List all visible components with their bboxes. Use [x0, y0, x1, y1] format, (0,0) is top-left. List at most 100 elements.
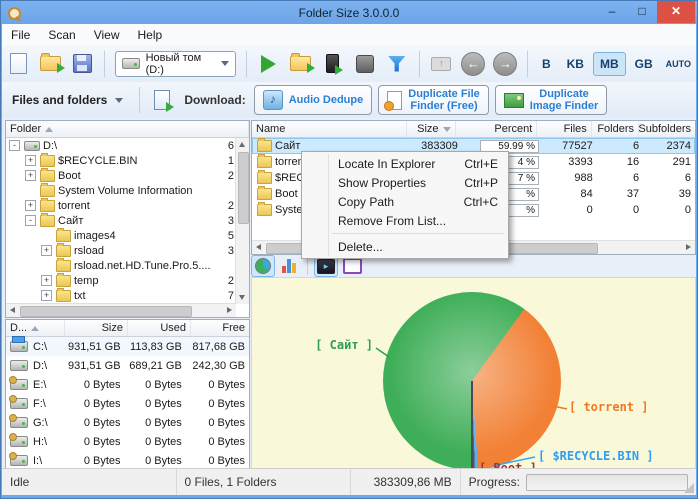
duplicate-file-finder-button[interactable]: Duplicate File Finder (Free)	[378, 85, 489, 115]
scrollbar-thumb[interactable]	[238, 152, 249, 224]
drive-icon	[10, 360, 28, 371]
unit-mb-button[interactable]: MB	[592, 51, 626, 76]
resize-grip[interactable]	[684, 483, 694, 493]
tree-vertical-scrollbar[interactable]	[235, 138, 249, 304]
drive-row[interactable]: D:\ 931,51 GB 689,21 GB 242,30 GB	[6, 356, 249, 375]
tree-header-folder[interactable]: Folder	[6, 121, 249, 137]
tree-row[interactable]: images4 5	[6, 227, 236, 243]
scope-dropdown-label: Files and folders	[12, 93, 108, 107]
col-name[interactable]: Name	[252, 121, 407, 137]
tree-row[interactable]: + temp 2	[6, 272, 236, 288]
menu-item-label: Delete...	[338, 239, 383, 254]
scrollbar-thumb[interactable]	[20, 306, 192, 317]
menu-item[interactable]: Locate In Explorer Ctrl+E	[302, 154, 508, 173]
menu-help[interactable]: Help	[129, 28, 172, 42]
forward-button[interactable]: →	[491, 50, 519, 78]
tree-expander[interactable]: +	[25, 155, 36, 166]
parent-folder-button[interactable]: ↑	[427, 50, 455, 78]
tree-row[interactable]: + $RECYCLE.BIN 1	[6, 152, 236, 168]
scroll-down-icon[interactable]	[239, 295, 245, 300]
col-folders[interactable]: Folders	[592, 121, 639, 137]
tree-horizontal-scrollbar[interactable]	[6, 303, 236, 317]
tab-pie-chart[interactable]	[251, 255, 275, 277]
tree-row[interactable]: + rsload 3	[6, 242, 236, 258]
tree-expander[interactable]: +	[41, 290, 52, 301]
tree-row[interactable]: - Сайт 3	[6, 212, 236, 228]
col-subfolders[interactable]: Subfolders	[638, 121, 695, 137]
file-subfolders-cell: 291	[672, 156, 691, 168]
status-counts: 0 Files, 1 Folders	[177, 469, 351, 495]
tree-expander[interactable]: -	[9, 140, 20, 151]
scan-folder-button[interactable]	[287, 50, 316, 78]
drive-row[interactable]: E:\ 0 Bytes 0 Bytes 0 Bytes	[6, 375, 249, 394]
menu-scan[interactable]: Scan	[39, 28, 84, 42]
tab-bar-chart[interactable]	[277, 255, 301, 277]
folder-icon	[40, 152, 55, 167]
tree-expander[interactable]: +	[25, 170, 36, 181]
scroll-right-icon[interactable]	[227, 307, 232, 313]
minimize-button[interactable]: –	[597, 1, 627, 23]
col-files[interactable]: Files	[537, 121, 592, 137]
col-percent[interactable]: Percent	[456, 121, 538, 137]
menu-item-label: Show Properties	[338, 175, 427, 190]
drive-row[interactable]: G:\ 0 Bytes 0 Bytes 0 Bytes	[6, 413, 249, 432]
filter-button[interactable]	[383, 50, 411, 78]
tree-expander[interactable]: -	[25, 215, 36, 226]
drives-header-free[interactable]: Free	[191, 320, 249, 336]
export-report-button[interactable]	[148, 86, 176, 114]
menu-item[interactable]: Show Properties Ctrl+P	[302, 173, 508, 192]
close-button[interactable]: ✕	[657, 1, 695, 23]
new-report-button[interactable]	[4, 50, 32, 78]
scroll-left-icon[interactable]	[10, 307, 15, 313]
drive-used-cell: 689,21 GB	[129, 359, 182, 372]
drive-selector[interactable]: Новый том (D:)	[114, 50, 237, 77]
menu-view[interactable]: View	[85, 28, 129, 42]
tree-expander[interactable]: +	[41, 245, 52, 256]
tree-row[interactable]: + txt 7	[6, 287, 236, 303]
back-button[interactable]: ←	[459, 50, 487, 78]
scroll-right-icon[interactable]	[686, 244, 691, 250]
drive-row[interactable]: F:\ 0 Bytes 0 Bytes 0 Bytes	[6, 394, 249, 413]
scan-computer-button[interactable]	[319, 50, 347, 78]
unit-gb-button[interactable]: GB	[628, 52, 660, 76]
tree-row[interactable]: + Boot 2	[6, 167, 236, 183]
tree-row[interactable]: + torrent 2	[6, 197, 236, 213]
scope-dropdown[interactable]: Files and folders	[2, 87, 133, 113]
scan-start-button[interactable]	[255, 50, 283, 78]
menu-item[interactable]: Delete...	[302, 237, 508, 256]
drives-header-drive[interactable]: D...	[6, 320, 65, 336]
tree-row[interactable]: - D:\ 6	[6, 138, 236, 153]
window-title: Folder Size 3.0.0.0	[298, 5, 400, 20]
file-files-cell: 0	[586, 204, 593, 216]
file-files-cell: 77527	[562, 140, 593, 152]
drive-size-cell: 931,51 GB	[67, 340, 121, 353]
tree-expander[interactable]: +	[41, 275, 52, 286]
open-report-button[interactable]	[36, 50, 65, 78]
menu-item[interactable]: Remove From List...	[302, 211, 508, 230]
save-report-button[interactable]	[68, 50, 96, 78]
drive-row[interactable]: H:\ 0 Bytes 0 Bytes 0 Bytes	[6, 432, 249, 451]
maximize-button[interactable]: □	[627, 1, 657, 23]
unit-bytes-button[interactable]: B	[535, 52, 558, 76]
unit-kb-button[interactable]: KB	[560, 52, 591, 76]
tree-expander[interactable]: +	[25, 200, 36, 211]
menu-item-shortcut: Ctrl+E	[464, 156, 498, 171]
menu-file[interactable]: File	[2, 28, 39, 42]
drive-row[interactable]: C:\ 931,51 GB 113,83 GB 817,68 GB	[6, 336, 249, 356]
drives-header-size[interactable]: Size	[65, 320, 128, 336]
duplicate-image-finder-button[interactable]: Duplicate Image Finder	[494, 85, 608, 115]
scan-stop-button[interactable]	[351, 50, 379, 78]
scroll-left-icon[interactable]	[256, 244, 261, 250]
drive-letter: C:\	[33, 340, 48, 353]
unit-auto-button[interactable]: AUTO	[662, 52, 695, 76]
tree-item-value: 1	[227, 154, 234, 167]
col-size[interactable]: Size	[407, 121, 456, 137]
tree-row[interactable]: System Volume Information	[6, 182, 236, 198]
menu-item[interactable]: Copy Path Ctrl+C	[302, 192, 508, 211]
file-subfolders-cell: 39	[678, 188, 691, 200]
folder-icon	[257, 138, 272, 152]
audio-dedupe-button[interactable]: ♪ Audio Dedupe	[253, 85, 373, 115]
tree-row[interactable]: rsload.net.HD.Tune.Pro.5....	[6, 257, 236, 273]
drives-header-used[interactable]: Used	[128, 320, 191, 336]
scroll-up-icon[interactable]	[239, 142, 245, 147]
